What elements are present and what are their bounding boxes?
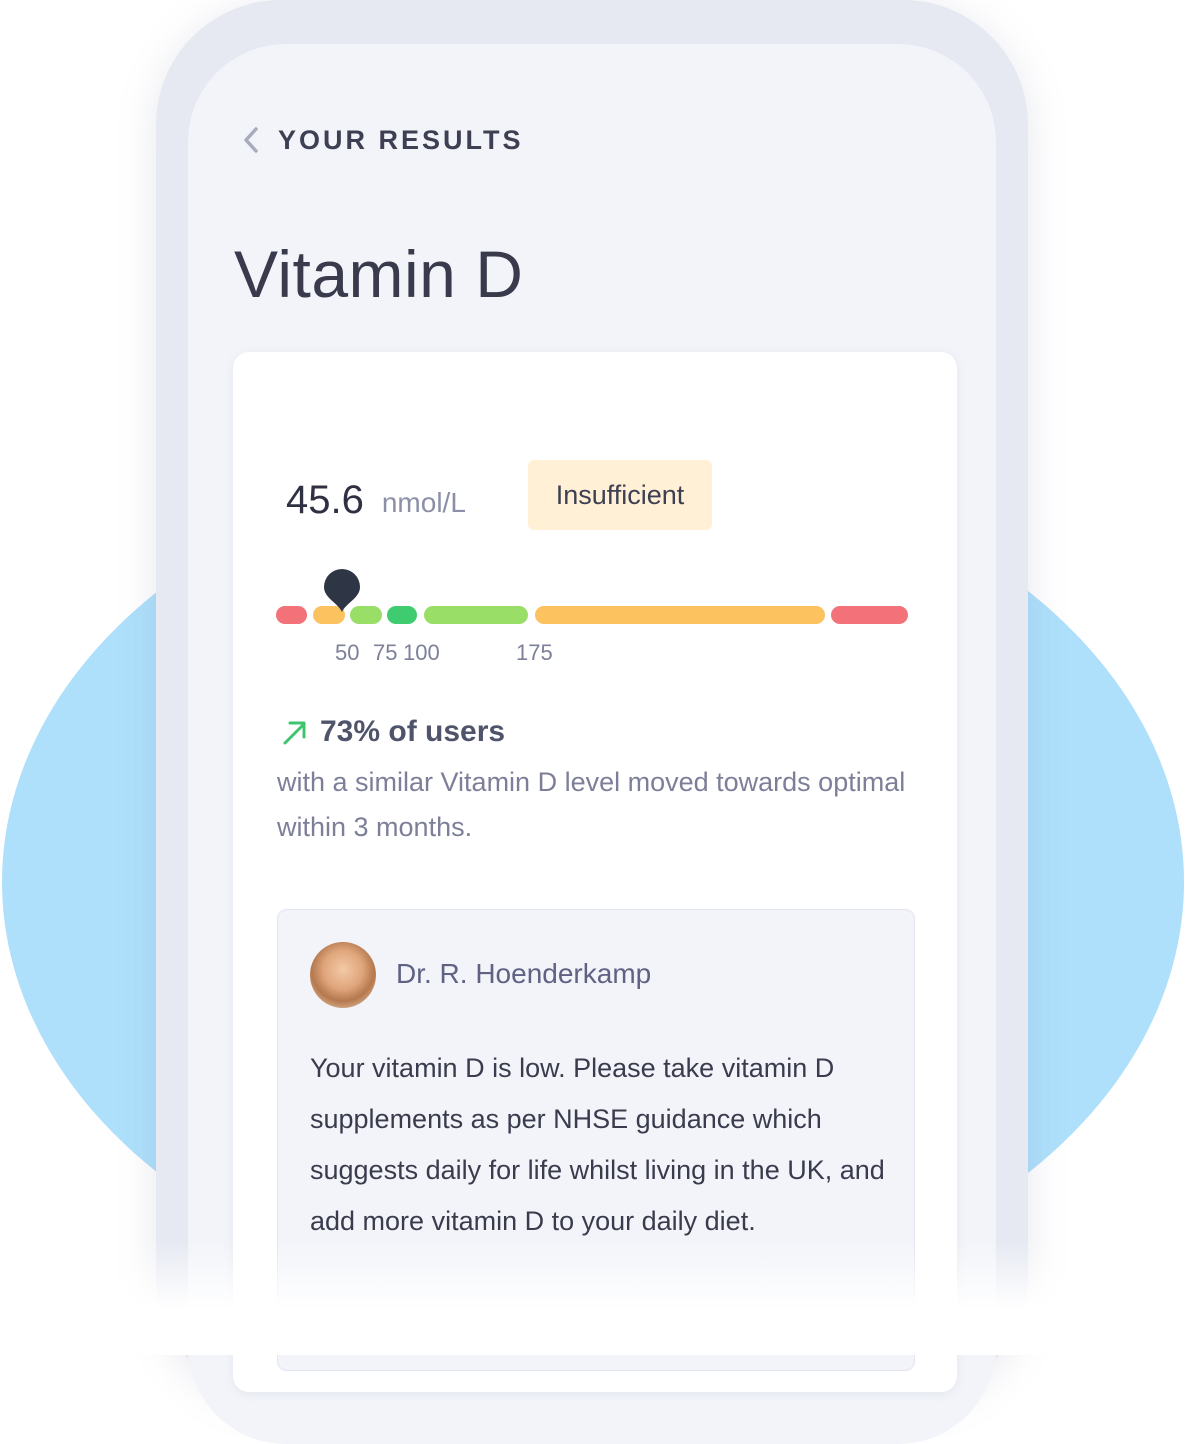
range-tick-100: 100 [403, 640, 440, 665]
range-segment-light-green-high [424, 606, 528, 624]
arrow-up-right-icon [283, 721, 306, 745]
doctor-avatar [310, 942, 376, 1008]
doctor-message: Your vitamin D is low. Please take vitam… [310, 1053, 885, 1236]
value-marker-icon [324, 569, 360, 612]
result-unit: nmol/L [381, 487, 466, 518]
bottom-fade [0, 1240, 1185, 1355]
range-segment-high-orange [535, 606, 825, 624]
range-bar [276, 606, 908, 624]
range-segment-high-red [831, 606, 908, 624]
trend-title: 73% of users [320, 715, 506, 748]
trend-description: with a similar Vitamin D level moved tow… [277, 767, 906, 842]
range-segment-low-red [276, 606, 307, 624]
range-tick-75: 75 [373, 640, 398, 665]
range-tick-50: 50 [335, 640, 360, 665]
back-label: YOUR RESULTS [278, 124, 524, 155]
doctor-name: Dr. R. Hoenderkamp [396, 958, 652, 989]
result-value: 45.6 nmol/L [286, 470, 466, 530]
back-button[interactable]: YOUR RESULTS [240, 118, 524, 162]
range-tick-175: 175 [516, 640, 553, 665]
result-number: 45.6 [286, 477, 364, 522]
trend-summary: 73% of users [280, 712, 505, 752]
status-badge: Insufficient [528, 460, 712, 530]
chevron-left-icon [240, 124, 262, 156]
page-title: Vitamin D [234, 237, 524, 311]
range-segment-dark-green [387, 606, 417, 624]
